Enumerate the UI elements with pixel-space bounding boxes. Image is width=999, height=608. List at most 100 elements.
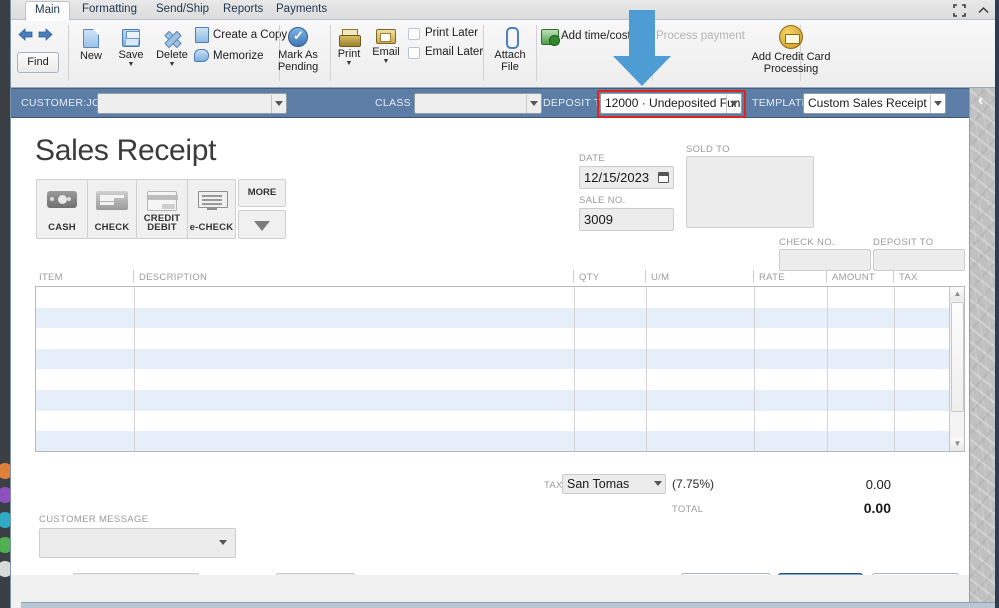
table-row[interactable] — [36, 411, 964, 432]
calendar-icon[interactable] — [658, 172, 669, 183]
check-no-field[interactable] — [779, 249, 871, 271]
sold-to-field[interactable] — [686, 156, 814, 228]
triangle-down-icon[interactable]: ▼ — [950, 437, 964, 451]
memorize-icon — [194, 49, 209, 62]
delete-dropdown-caret-icon[interactable]: ▼ — [152, 61, 192, 69]
quickbooks-sales-receipt-window: Main Formatting Send/Ship Reports Paymen… — [0, 0, 999, 608]
template-label: TEMPLATE — [752, 97, 810, 109]
save-disk-icon — [122, 29, 140, 47]
class-dropdown-sep — [526, 95, 527, 113]
annotation-arrow-deposit-to — [613, 10, 671, 86]
chevron-down-icon[interactable] — [219, 540, 227, 545]
sold-to-label: SOLD TO — [686, 144, 730, 155]
grid-header-description: DESCRIPTION — [139, 272, 208, 283]
mark-as-pending-button[interactable]: Mark As Pending — [268, 27, 328, 73]
chevron-down-icon[interactable] — [654, 481, 662, 486]
tax-rate-text: (7.75%) — [672, 477, 715, 491]
check-icon — [96, 191, 128, 210]
delete-button[interactable]: Delete ▼ — [152, 29, 192, 69]
customer-job-dropdown[interactable] — [97, 93, 287, 114]
new-button[interactable]: New — [73, 29, 109, 62]
scrollbar-thumb[interactable] — [951, 302, 964, 412]
chevron-up-icon[interactable] — [977, 4, 990, 20]
grid-header-divider-6 — [893, 270, 894, 283]
date-label: DATE — [579, 153, 606, 164]
ribbon-separator-3 — [330, 25, 331, 81]
chevron-down-icon[interactable] — [730, 101, 738, 106]
print-button[interactable]: Print ▼ — [333, 29, 365, 68]
tax-code-value: San Tomas — [567, 477, 630, 491]
tab-reports[interactable]: Reports — [214, 0, 272, 20]
triangle-up-icon[interactable]: ▲ — [950, 287, 964, 301]
table-row[interactable] — [36, 348, 964, 370]
arrow-left-icon[interactable] — [18, 28, 33, 44]
class-dropdown[interactable] — [414, 93, 542, 114]
table-row[interactable] — [36, 431, 964, 451]
class-label: CLASS — [375, 97, 411, 109]
line-items-scrollbar[interactable]: ▲ ▼ — [949, 287, 964, 451]
attach-file-button[interactable]: Attach File — [488, 27, 532, 73]
grid-column-divider-2 — [574, 287, 575, 451]
printer-icon — [339, 29, 361, 47]
print-later-label: Print Later — [425, 27, 479, 39]
grid-header-um: U/M — [651, 272, 670, 283]
payment-method-more-button[interactable]: MORE — [238, 179, 286, 207]
payment-method-credit-debit[interactable]: CREDIT DEBIT — [136, 179, 188, 239]
chevron-down-icon[interactable] — [530, 101, 538, 106]
save-dropdown-caret-icon[interactable]: ▼ — [113, 61, 149, 69]
print-dropdown-caret-icon[interactable]: ▼ — [333, 60, 365, 68]
table-row[interactable] — [36, 307, 964, 329]
table-row[interactable] — [36, 328, 964, 349]
table-row[interactable] — [36, 390, 964, 411]
email-button[interactable]: Email ▼ — [369, 29, 403, 66]
grid-header-qty: QTY — [579, 272, 600, 283]
save-and-close-button[interactable]: Save & Close — [681, 573, 771, 575]
grid-header-rate: RATE — [759, 272, 785, 283]
maximize-icon[interactable] — [953, 4, 966, 20]
chevron-down-icon[interactable] — [934, 101, 942, 106]
add-credit-card-processing-button[interactable]: Add Credit Card Processing — [736, 25, 846, 75]
save-and-new-button[interactable]: Save & New — [778, 573, 863, 575]
email-dropdown-caret-icon[interactable]: ▼ — [369, 58, 403, 66]
arrow-right-icon[interactable] — [38, 28, 53, 44]
grid-column-divider-4 — [754, 287, 755, 451]
chevron-left-icon[interactable]: ‹ — [978, 93, 983, 109]
date-field[interactable]: 12/15/2023 — [579, 166, 674, 189]
chevron-down-icon[interactable] — [275, 101, 283, 106]
line-items-table[interactable]: ▲ ▼ — [35, 286, 965, 452]
template-dropdown[interactable]: Custom Sales Receipt — [803, 93, 946, 114]
tab-send-ship[interactable]: Send/Ship — [147, 0, 218, 20]
grid-header-divider-4 — [753, 270, 754, 283]
customer-message-label: CUSTOMER MESSAGE — [39, 514, 149, 525]
time-costs-icon — [541, 29, 560, 46]
sale-no-value: 3009 — [584, 212, 613, 227]
payment-method-more-dropdown[interactable] — [238, 210, 286, 239]
memo-field[interactable] — [73, 573, 199, 575]
desktop-dock-strip — [0, 0, 13, 608]
payment-method-check[interactable]: CHECK — [87, 179, 137, 239]
customer-tax-code-dropdown[interactable] — [276, 573, 355, 575]
form-header-bar: CUSTOMER:JOB CLASS DEPOSIT TO 12000 · Un… — [11, 88, 999, 118]
customer-message-dropdown[interactable] — [39, 528, 236, 558]
deposit-to-dropdown[interactable]: 12000 · Undeposited Fun — [600, 93, 742, 114]
find-button[interactable]: Find — [17, 52, 59, 73]
tab-payments[interactable]: Payments — [267, 0, 336, 20]
save-button[interactable]: Save ▼ — [113, 29, 149, 69]
tax-code-dropdown[interactable]: San Tomas — [562, 474, 666, 494]
tab-formatting[interactable]: Formatting — [73, 0, 146, 20]
sale-no-field[interactable]: 3009 — [579, 208, 674, 231]
table-row[interactable] — [36, 369, 964, 390]
grid-header-divider-5 — [826, 270, 827, 283]
payment-method-e-check[interactable]: e-CHECK — [187, 179, 236, 239]
table-row[interactable] — [36, 287, 964, 308]
email-later-checkbox[interactable] — [408, 47, 420, 59]
total-amount-value: 0.00 — [863, 500, 891, 516]
deposit-to-secondary-field[interactable] — [873, 249, 965, 271]
print-later-checkbox[interactable] — [408, 28, 420, 40]
payment-method-cash[interactable]: CASH — [36, 179, 88, 239]
tab-main[interactable]: Main — [25, 1, 70, 21]
deposit-to-secondary-label: DEPOSIT TO — [873, 237, 934, 248]
memorize-label: Memorize — [213, 50, 264, 62]
clear-button[interactable]: Clear — [872, 573, 959, 575]
ribbon-separator-1 — [68, 25, 69, 81]
